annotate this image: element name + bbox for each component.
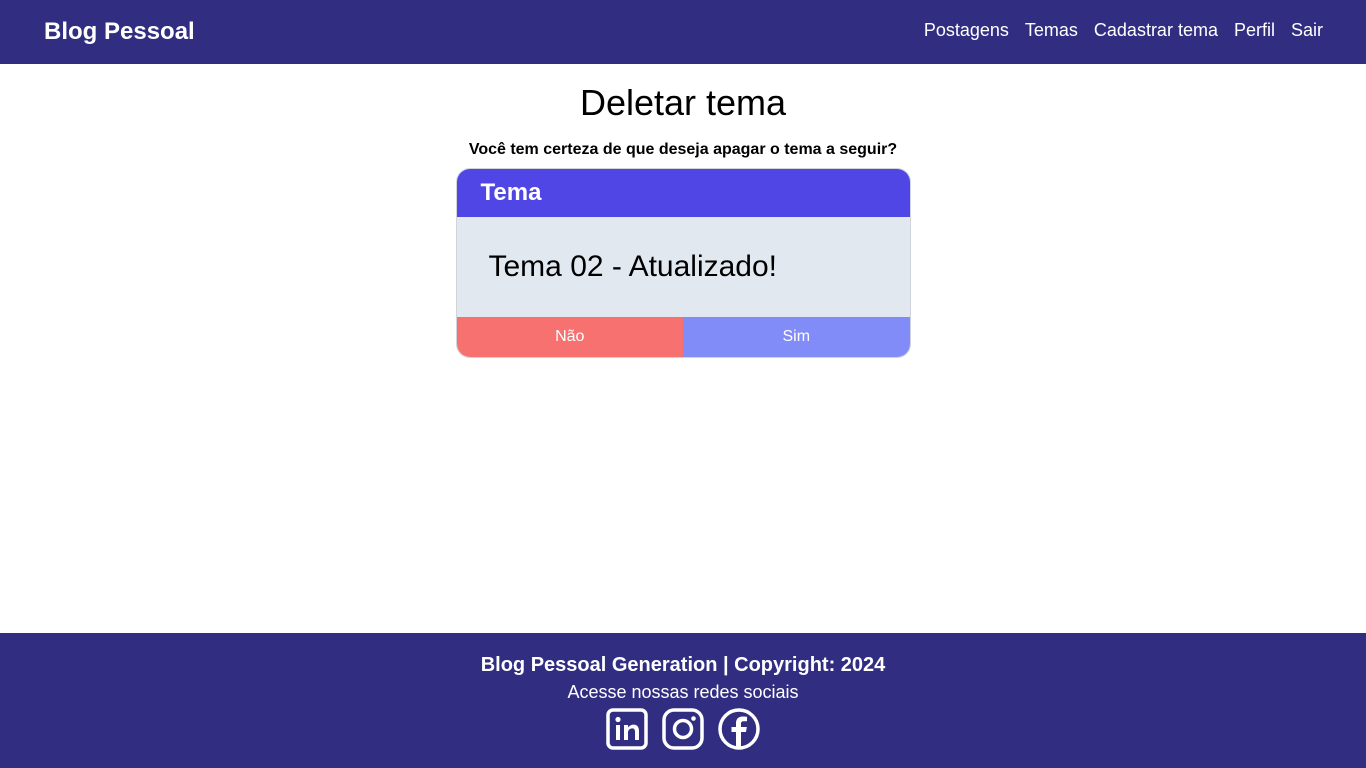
nav-link-perfil[interactable]: Perfil (1234, 20, 1275, 41)
theme-card: Tema Tema 02 - Atualizado! Não Sim (455, 168, 911, 358)
theme-description: Tema 02 - Atualizado! (456, 217, 910, 317)
nav-link-postagens[interactable]: Postagens (924, 20, 1009, 41)
yes-button[interactable]: Sim (683, 317, 910, 357)
social-icons (605, 707, 761, 751)
card-header: Tema (456, 169, 910, 217)
nav-link-temas[interactable]: Temas (1025, 20, 1078, 41)
facebook-icon[interactable] (717, 707, 761, 751)
nav-link-sair[interactable]: Sair (1291, 20, 1323, 41)
nav-link-cadastrar-tema[interactable]: Cadastrar tema (1094, 20, 1218, 41)
social-text: Acesse nossas redes sociais (567, 682, 799, 702)
linkedin-icon[interactable] (605, 707, 649, 751)
card-actions: Não Sim (456, 317, 910, 357)
navbar: Blog Pessoal Postagens Temas Cadastrar t… (0, 0, 1366, 64)
nav-links: Postagens Temas Cadastrar tema Perfil Sa… (924, 0, 1323, 62)
instagram-icon[interactable] (661, 707, 705, 751)
no-button[interactable]: Não (456, 317, 683, 357)
main-content: Deletar tema Você tem certeza de que des… (0, 64, 1366, 633)
confirm-text: Você tem certeza de que deseja apagar o … (468, 141, 898, 158)
page-title: Deletar tema (579, 82, 787, 123)
copyright-text: Blog Pessoal Generation | Copyright: 202… (480, 654, 886, 676)
footer: Blog Pessoal Generation | Copyright: 202… (0, 633, 1366, 768)
brand-logo[interactable]: Blog Pessoal (44, 18, 195, 46)
